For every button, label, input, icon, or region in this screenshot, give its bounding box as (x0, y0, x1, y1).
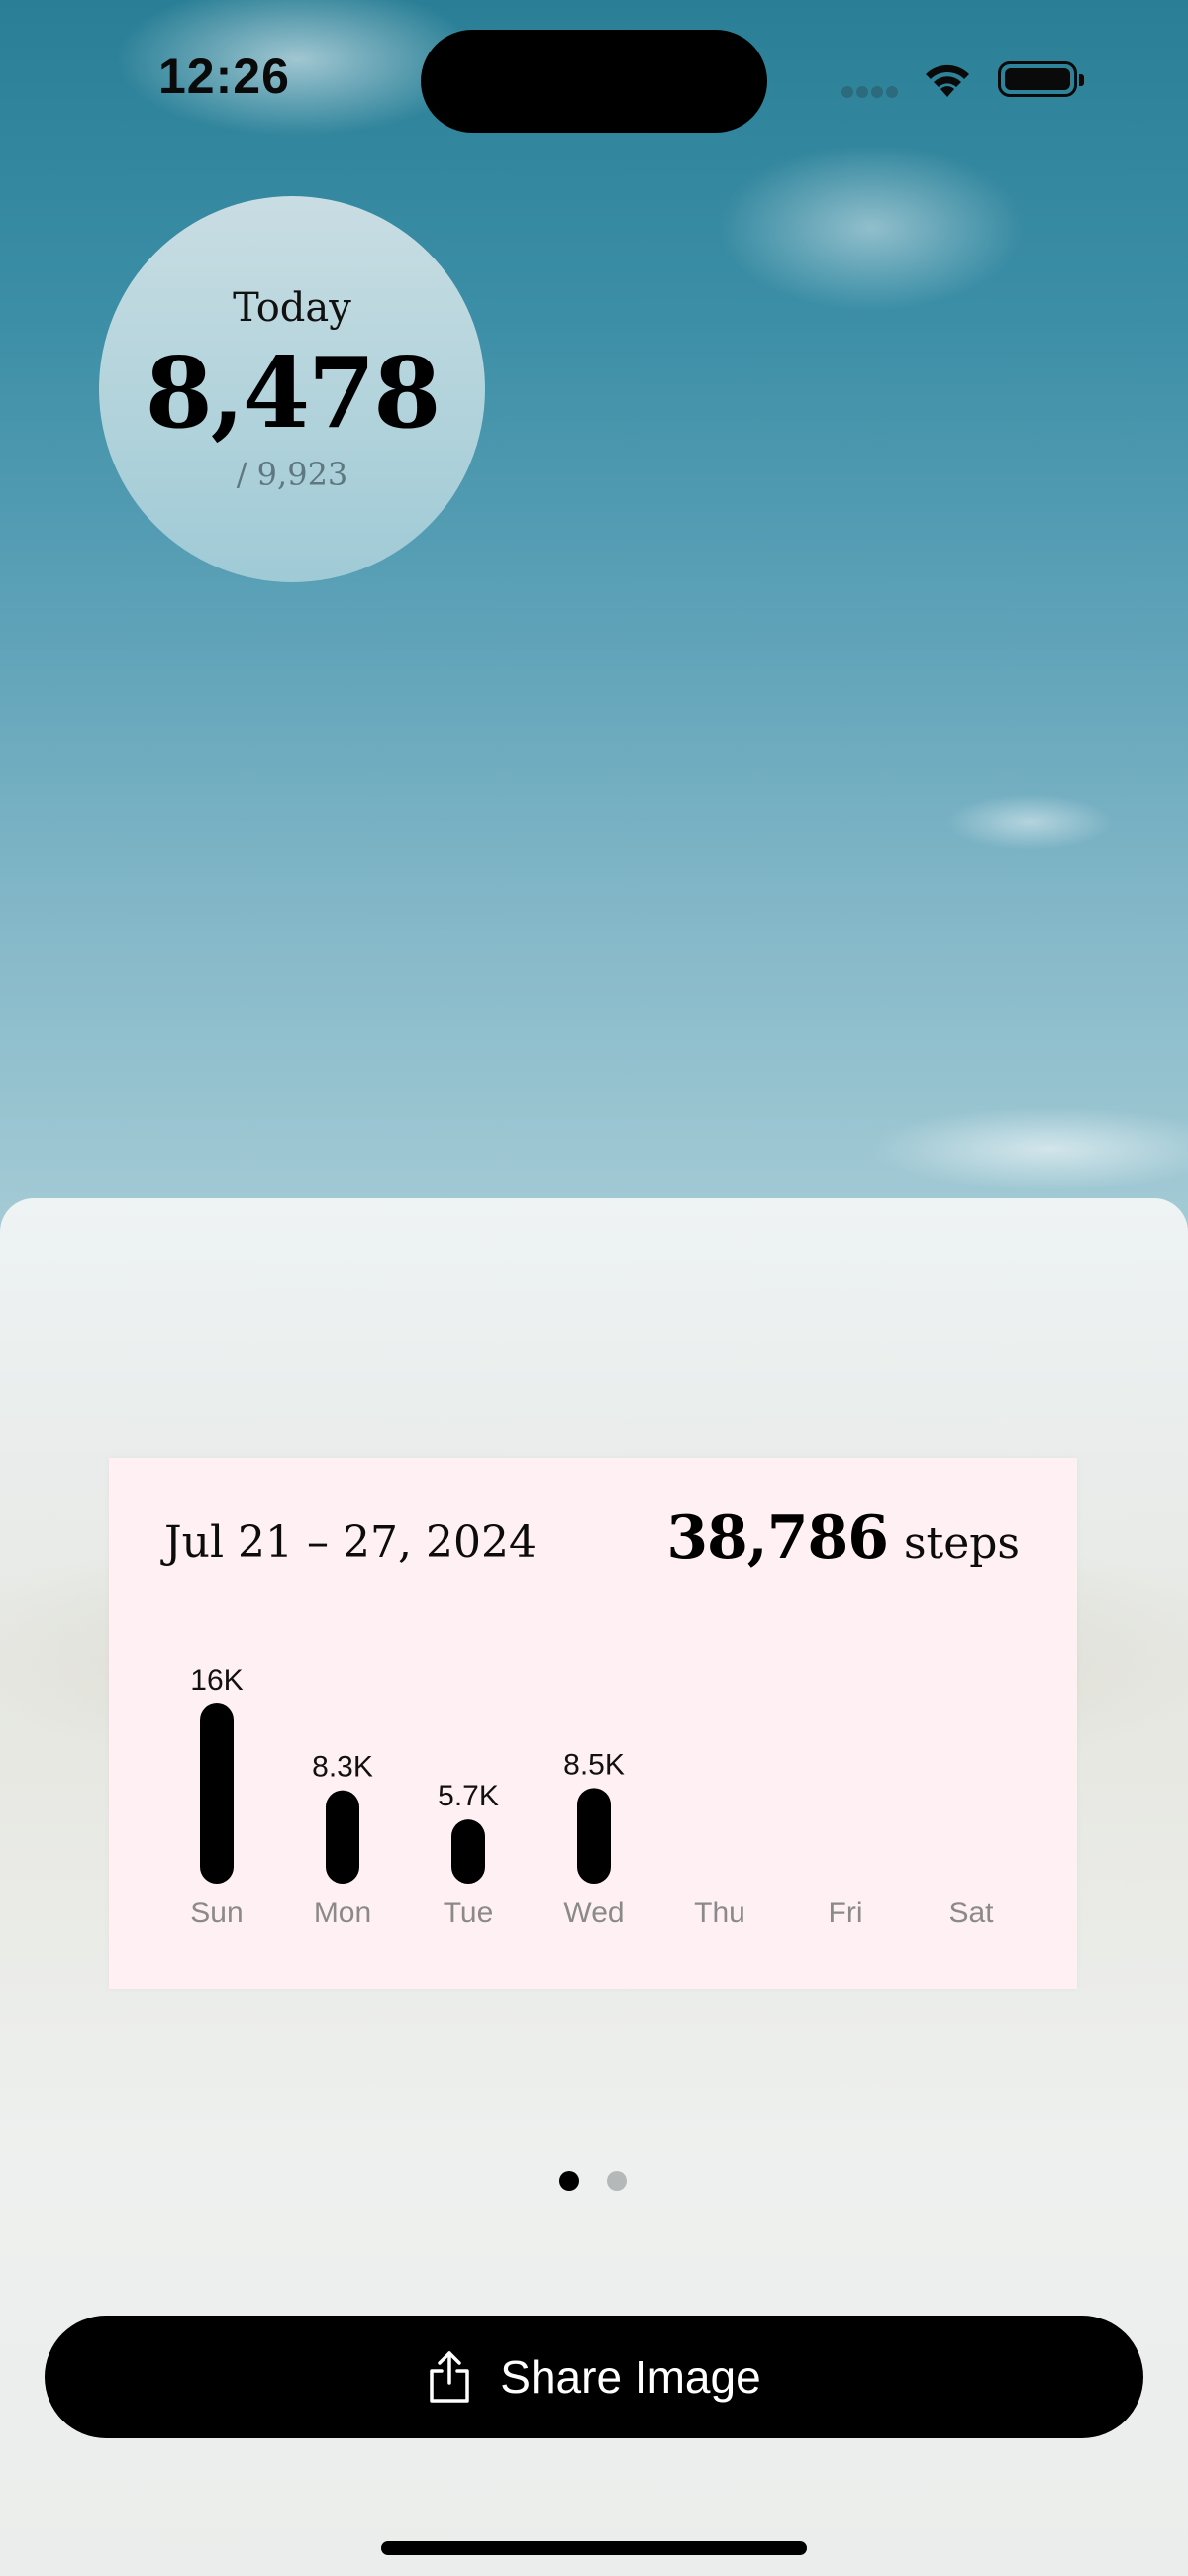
bar-tue (451, 1819, 485, 1884)
wifi-icon (921, 59, 974, 104)
bar-wed (577, 1788, 611, 1884)
day-label-thu: Thu (694, 1897, 745, 1929)
today-steps-widget: Today 8,478 / 9,923 (99, 196, 485, 582)
day-label-sun: Sun (190, 1897, 243, 1929)
bar-value-label-tue: 5.7K (438, 1780, 499, 1812)
today-step-count: 8,478 (145, 337, 442, 451)
page-dot[interactable] (559, 2171, 579, 2191)
bar-sun (200, 1703, 234, 1884)
day-label-tue: Tue (444, 1897, 494, 1929)
page-indicator[interactable] (559, 2171, 654, 2196)
share-button-label: Share Image (500, 2351, 761, 2403)
day-label-fri: Fri (829, 1897, 863, 1929)
bar-value-label-wed: 8.5K (563, 1748, 625, 1781)
today-goal: / 9,923 (236, 456, 348, 493)
weekly-steps-card[interactable]: Jul 21 – 27, 2024 38,786 steps 16K Sun 8.3K… (109, 1458, 1077, 1989)
weekly-bar-chart: 16K Sun 8.3K Mon 5.7K Tue 8.5K Wed Thu Fri Sat (190, 1664, 994, 1929)
cellular-signal-icon (842, 85, 901, 103)
share-icon (427, 2349, 472, 2405)
day-label-sat: Sat (948, 1897, 994, 1929)
battery-icon (998, 61, 1084, 97)
day-label-wed: Wed (563, 1897, 624, 1929)
bar-value-label-sun: 16K (190, 1664, 243, 1697)
bar-value-label-mon: 8.3K (312, 1751, 373, 1784)
bar-mon (326, 1790, 359, 1884)
sky-background (0, 0, 1188, 1248)
home-indicator (381, 2541, 807, 2555)
today-label: Today (233, 285, 351, 331)
share-image-button[interactable]: Share Image (45, 2316, 1143, 2438)
day-label-mon: Mon (314, 1897, 371, 1929)
dynamic-island (421, 30, 767, 133)
status-time: 12:26 (158, 49, 290, 104)
page-dot[interactable] (607, 2171, 627, 2191)
